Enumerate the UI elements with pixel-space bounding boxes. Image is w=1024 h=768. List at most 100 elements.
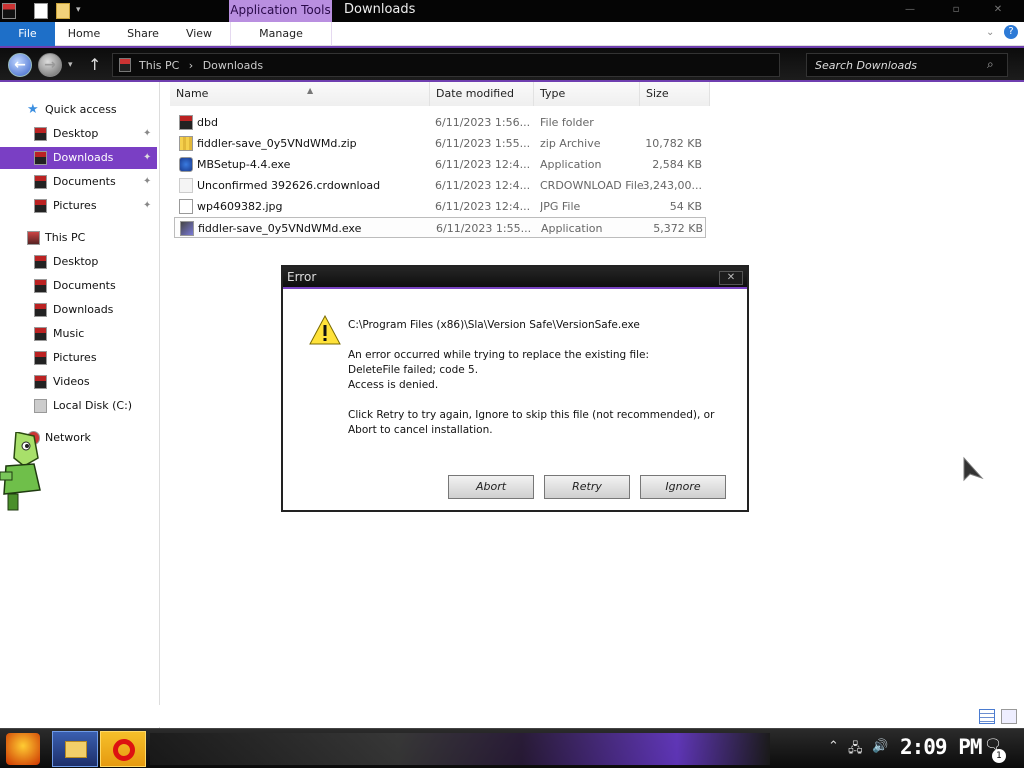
tab-view[interactable]: View [178,22,220,46]
column-name[interactable]: Name ▲ [170,82,430,106]
pin-icon[interactable]: ✦ [143,171,151,193]
instruction-line: Abort to cancel installation. [348,424,493,436]
column-label: Name [176,87,209,100]
dialog-title: Error [287,270,317,284]
application-icon [180,221,194,236]
error-message-line: Access is denied. [348,379,439,391]
sidebar-item-downloads[interactable]: Downloads [0,299,157,321]
navigation-bar: ← → ▾ ↑ This PC › Downloads Search Downl… [0,46,1024,82]
notification-count-badge: 1 [992,749,1006,763]
image-file-icon [179,199,193,214]
window-title: Downloads [344,2,416,17]
error-dialog: Error ✕ C:\Program Files (x86)\Sla\Versi… [281,265,749,512]
sidebar-item-quick-access[interactable]: ★ Quick access [0,99,157,121]
minimize-button[interactable]: — [900,4,920,16]
sidebar-item-downloads-pinned[interactable]: Downloads ✦ [0,147,157,169]
up-button[interactable]: ↑ [88,55,101,74]
file-row-selected[interactable]: fiddler-save_0y5VNdWMd.exe 6/11/2023 1:5… [174,217,706,238]
application-tools-tab[interactable]: Application Tools [229,0,332,22]
file-row[interactable]: dbd 6/11/2023 1:56... File folder [174,112,706,133]
file-type: JPG File [540,200,581,213]
sidebar-item-local-disk[interactable]: Local Disk (C:) [0,395,157,417]
properties-icon[interactable] [34,3,48,19]
folder-icon [34,151,47,165]
breadcrumb-downloads[interactable]: Downloads [203,59,263,72]
dialog-title-bar[interactable]: Error ✕ [283,267,747,289]
recent-locations-icon[interactable]: ▾ [68,60,73,70]
breadcrumb: This PC › Downloads [139,59,269,72]
abort-button[interactable]: Abort [448,475,534,499]
help-icon[interactable]: ? [1004,25,1018,39]
file-row[interactable]: wp4609382.jpg 6/11/2023 12:4... JPG File… [174,196,706,217]
sidebar-item-label: Desktop [53,255,99,268]
show-hidden-icons-icon[interactable]: ⌃ [828,739,839,754]
sidebar-item-documents-pinned[interactable]: Documents ✦ [0,171,157,193]
file-date: 6/11/2023 1:56... [435,116,531,129]
column-type[interactable]: Type [534,82,640,106]
file-size: 5,372 KB [653,222,703,235]
sidebar-item-music[interactable]: Music [0,323,157,345]
sidebar-item-pictures-pinned[interactable]: Pictures ✦ [0,195,157,217]
tab-share[interactable]: Share [120,22,166,46]
file-size: 10,782 KB [645,137,702,150]
desktop-mascot-icon[interactable] [0,432,50,512]
forward-button[interactable]: → [38,53,62,77]
folder-icon [34,375,47,389]
ignore-button[interactable]: Ignore [640,475,726,499]
file-name: fiddler-save_0y5VNdWMd.exe [198,222,362,235]
sidebar-item-desktop-pinned[interactable]: Desktop ✦ [0,123,157,145]
search-icon[interactable]: ⌕ [987,57,994,72]
search-box[interactable]: Search Downloads ⌕ [806,53,1008,77]
tab-file[interactable]: File [0,22,55,46]
file-name: wp4609382.jpg [197,200,283,213]
volume-icon[interactable]: 🔊 [872,739,888,754]
start-button[interactable] [6,733,40,765]
tab-home[interactable]: Home [60,22,108,46]
mouse-cursor-icon [963,456,984,482]
file-type: Application [541,222,603,235]
dialog-close-button[interactable]: ✕ [719,271,743,285]
drive-icon [34,399,47,413]
sidebar-item-this-pc[interactable]: This PC [0,227,157,249]
sidebar-item-videos[interactable]: Videos [0,371,157,393]
file-type: File folder [540,116,594,129]
sidebar-item-desktop[interactable]: Desktop [0,251,157,273]
folder-icon [179,115,193,130]
sidebar-item-label: Pictures [53,351,97,364]
search-input[interactable]: Search Downloads [815,59,917,72]
breadcrumb-this-pc[interactable]: This PC [139,59,179,72]
app-icon[interactable] [2,3,16,19]
clock[interactable]: 2:09 PM [900,735,983,759]
address-bar[interactable]: This PC › Downloads [112,53,780,77]
back-button[interactable]: ← [8,53,32,77]
file-row[interactable]: fiddler-save_0y5VNdWMd.zip 6/11/2023 1:5… [174,133,706,154]
file-row[interactable]: MBSetup-4.4.exe 6/11/2023 12:4... Applic… [174,154,706,175]
retry-button[interactable]: Retry [544,475,630,499]
column-date-modified[interactable]: Date modified [430,82,534,106]
pin-icon[interactable]: ✦ [143,147,151,169]
taskbar-file-explorer[interactable] [52,731,98,767]
ribbon: File Home Share View Manage ⌄ ? [0,22,1024,46]
large-icons-view-icon[interactable] [1001,709,1017,724]
pin-icon[interactable]: ✦ [143,195,151,217]
column-size[interactable]: Size [640,82,710,106]
file-name: fiddler-save_0y5VNdWMd.zip [197,137,357,150]
details-view-icon[interactable] [979,709,995,724]
sidebar-item-pictures[interactable]: Pictures [0,347,157,369]
file-row[interactable]: Unconfirmed 392626.crdownload 6/11/2023 … [174,175,706,196]
network-tray-icon[interactable]: 🖧 [848,739,863,761]
tab-manage[interactable]: Manage [230,22,332,46]
maximize-button[interactable]: ▫ [946,4,966,16]
file-type: zip Archive [540,137,601,150]
pin-icon[interactable]: ✦ [143,123,151,145]
new-folder-icon[interactable] [56,3,70,19]
customize-quick-access-icon[interactable]: ▾ [76,5,90,21]
instruction-line: Click Retry to try again, Ignore to skip… [348,409,715,421]
taskbar-opera[interactable] [100,731,146,767]
sidebar-item-documents[interactable]: Documents [0,275,157,297]
expand-ribbon-icon[interactable]: ⌄ [986,27,994,38]
location-icon [119,58,131,72]
close-button[interactable]: ✕ [988,4,1008,16]
breadcrumb-separator[interactable]: › [189,59,193,72]
sidebar-item-label: Documents [53,279,116,292]
